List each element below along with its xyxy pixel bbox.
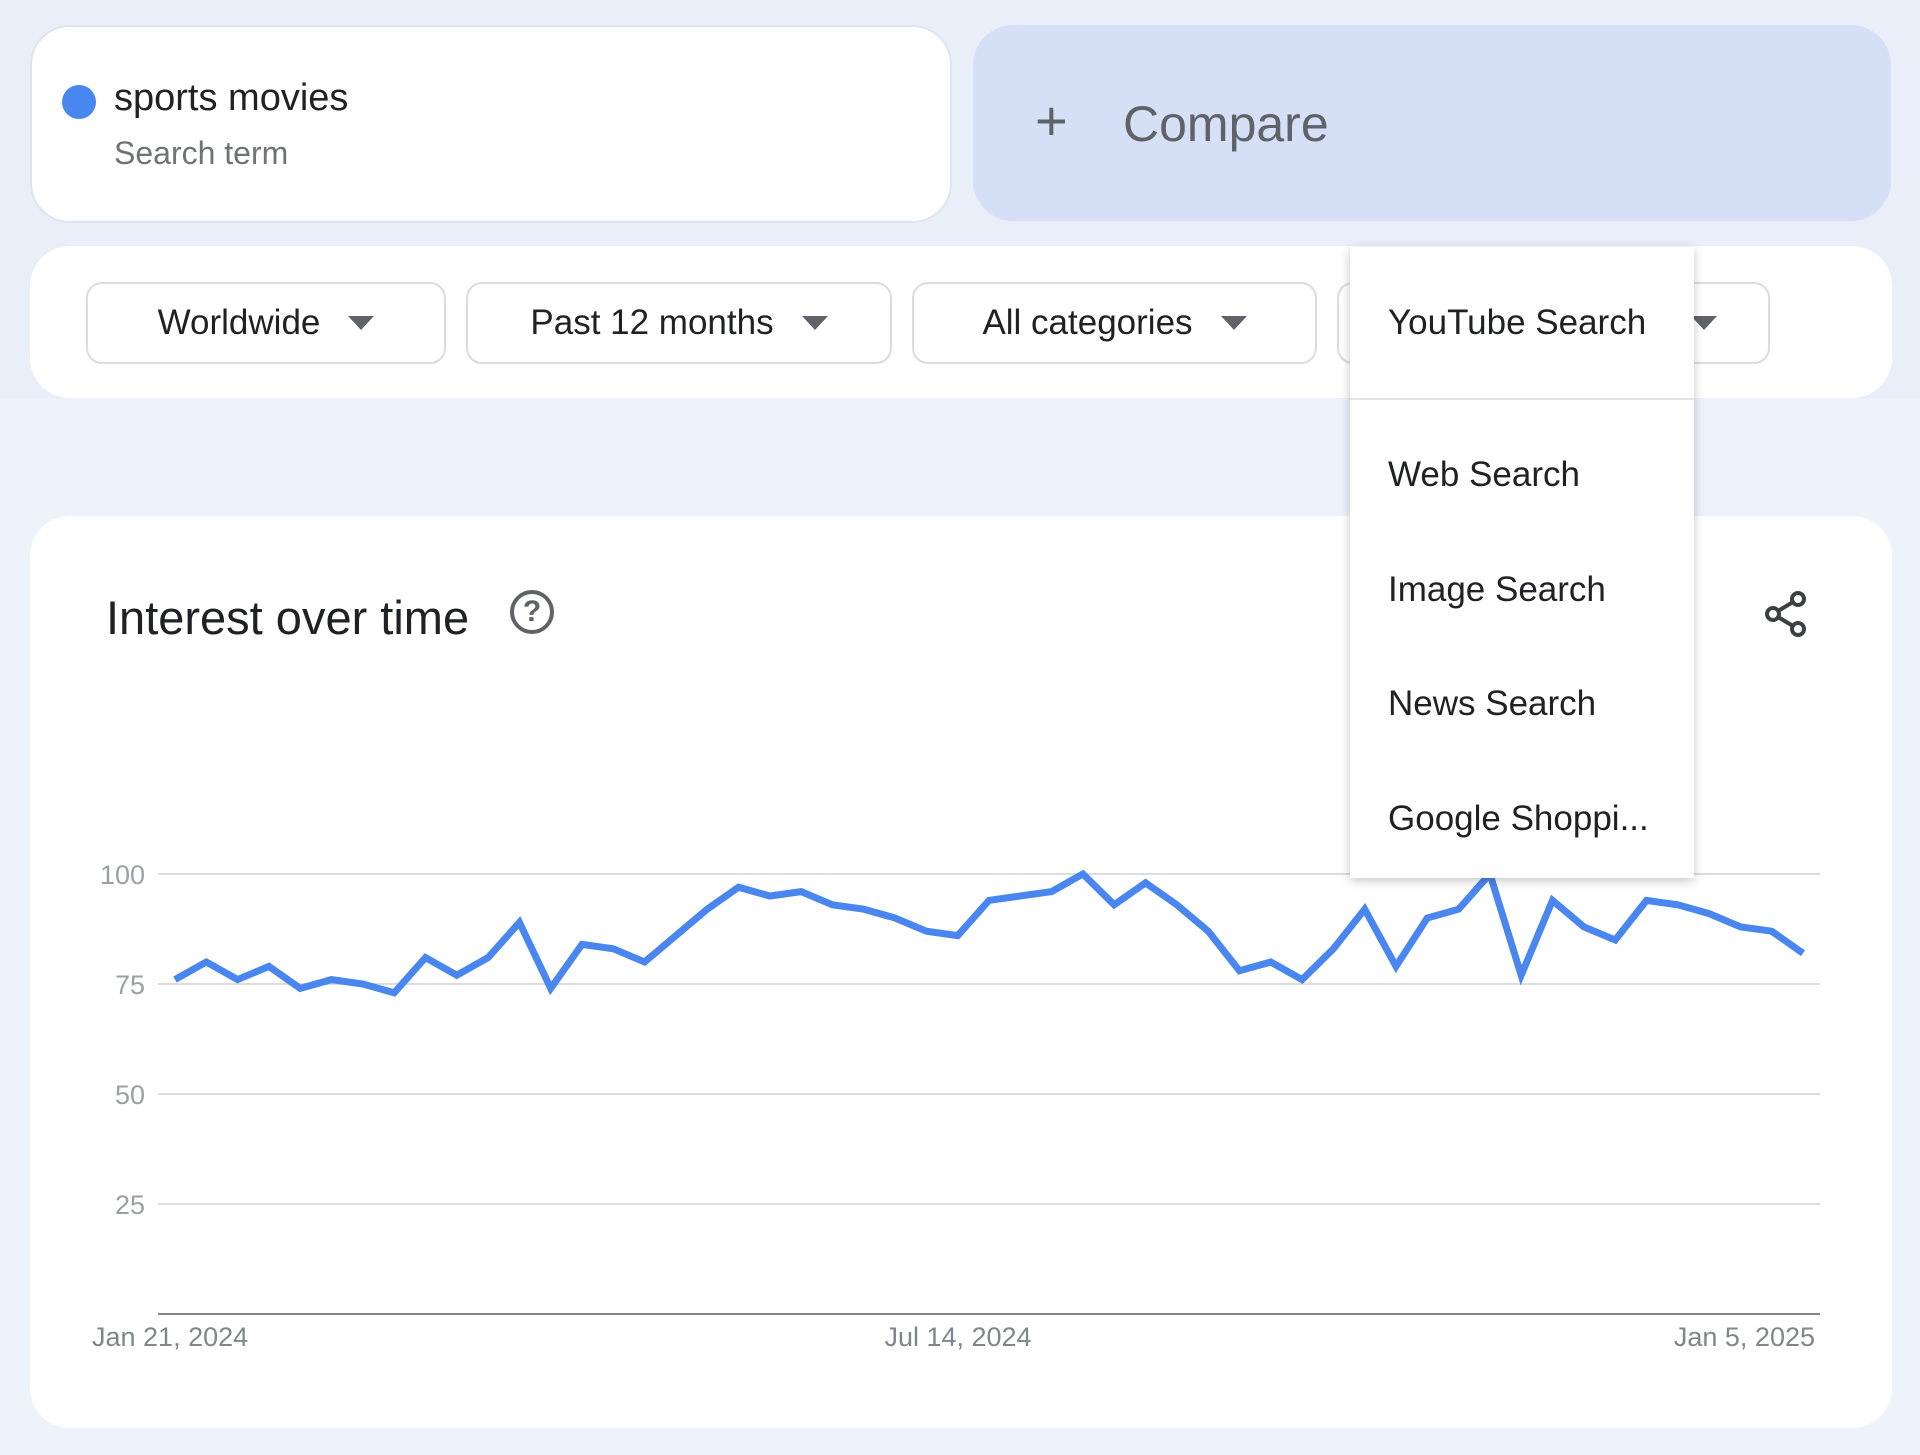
y-tick-label: 100 bbox=[100, 860, 145, 890]
compare-button[interactable]: + Compare bbox=[973, 25, 1891, 221]
series-line bbox=[173, 867, 1806, 997]
y-tick-label: 25 bbox=[115, 1190, 145, 1220]
plus-icon: + bbox=[1035, 89, 1068, 152]
category-filter-label: All categories bbox=[982, 303, 1193, 342]
x-tick-label: Jul 14, 2024 bbox=[884, 1322, 1031, 1352]
menu-item-web-search[interactable]: Web Search bbox=[1388, 455, 1580, 495]
menu-item-image-search[interactable]: Image Search bbox=[1388, 570, 1606, 610]
caret-down-icon bbox=[348, 316, 375, 330]
y-tick-label: 50 bbox=[115, 1080, 145, 1110]
search-term-type: Search term bbox=[114, 135, 289, 171]
menu-item-selected[interactable]: YouTube Search bbox=[1388, 303, 1646, 343]
region-filter[interactable]: Worldwide bbox=[86, 282, 446, 364]
series-color-dot bbox=[62, 85, 96, 119]
x-tick-label: Jan 5, 2025 bbox=[1674, 1322, 1815, 1352]
menu-divider bbox=[1350, 398, 1694, 400]
caret-down-icon bbox=[1690, 316, 1717, 330]
compare-label: Compare bbox=[1123, 96, 1329, 152]
region-filter-label: Worldwide bbox=[157, 303, 321, 342]
caret-down-icon bbox=[1220, 316, 1247, 330]
search-term-card[interactable]: sports movies Search term bbox=[30, 25, 952, 223]
category-filter[interactable]: All categories bbox=[912, 282, 1317, 364]
search-property-menu: YouTube Search Web Search Image Search N… bbox=[1350, 247, 1694, 878]
menu-item-news-search[interactable]: News Search bbox=[1388, 684, 1596, 724]
caret-down-icon bbox=[801, 316, 828, 330]
search-term-name: sports movies bbox=[114, 77, 349, 119]
x-tick-label: Jan 21, 2024 bbox=[92, 1322, 248, 1352]
y-tick-label: 75 bbox=[115, 970, 145, 1000]
time-range-filter-label: Past 12 months bbox=[530, 303, 774, 342]
time-range-filter[interactable]: Past 12 months bbox=[466, 282, 892, 364]
menu-item-google-shopping[interactable]: Google Shoppi... bbox=[1388, 799, 1649, 839]
